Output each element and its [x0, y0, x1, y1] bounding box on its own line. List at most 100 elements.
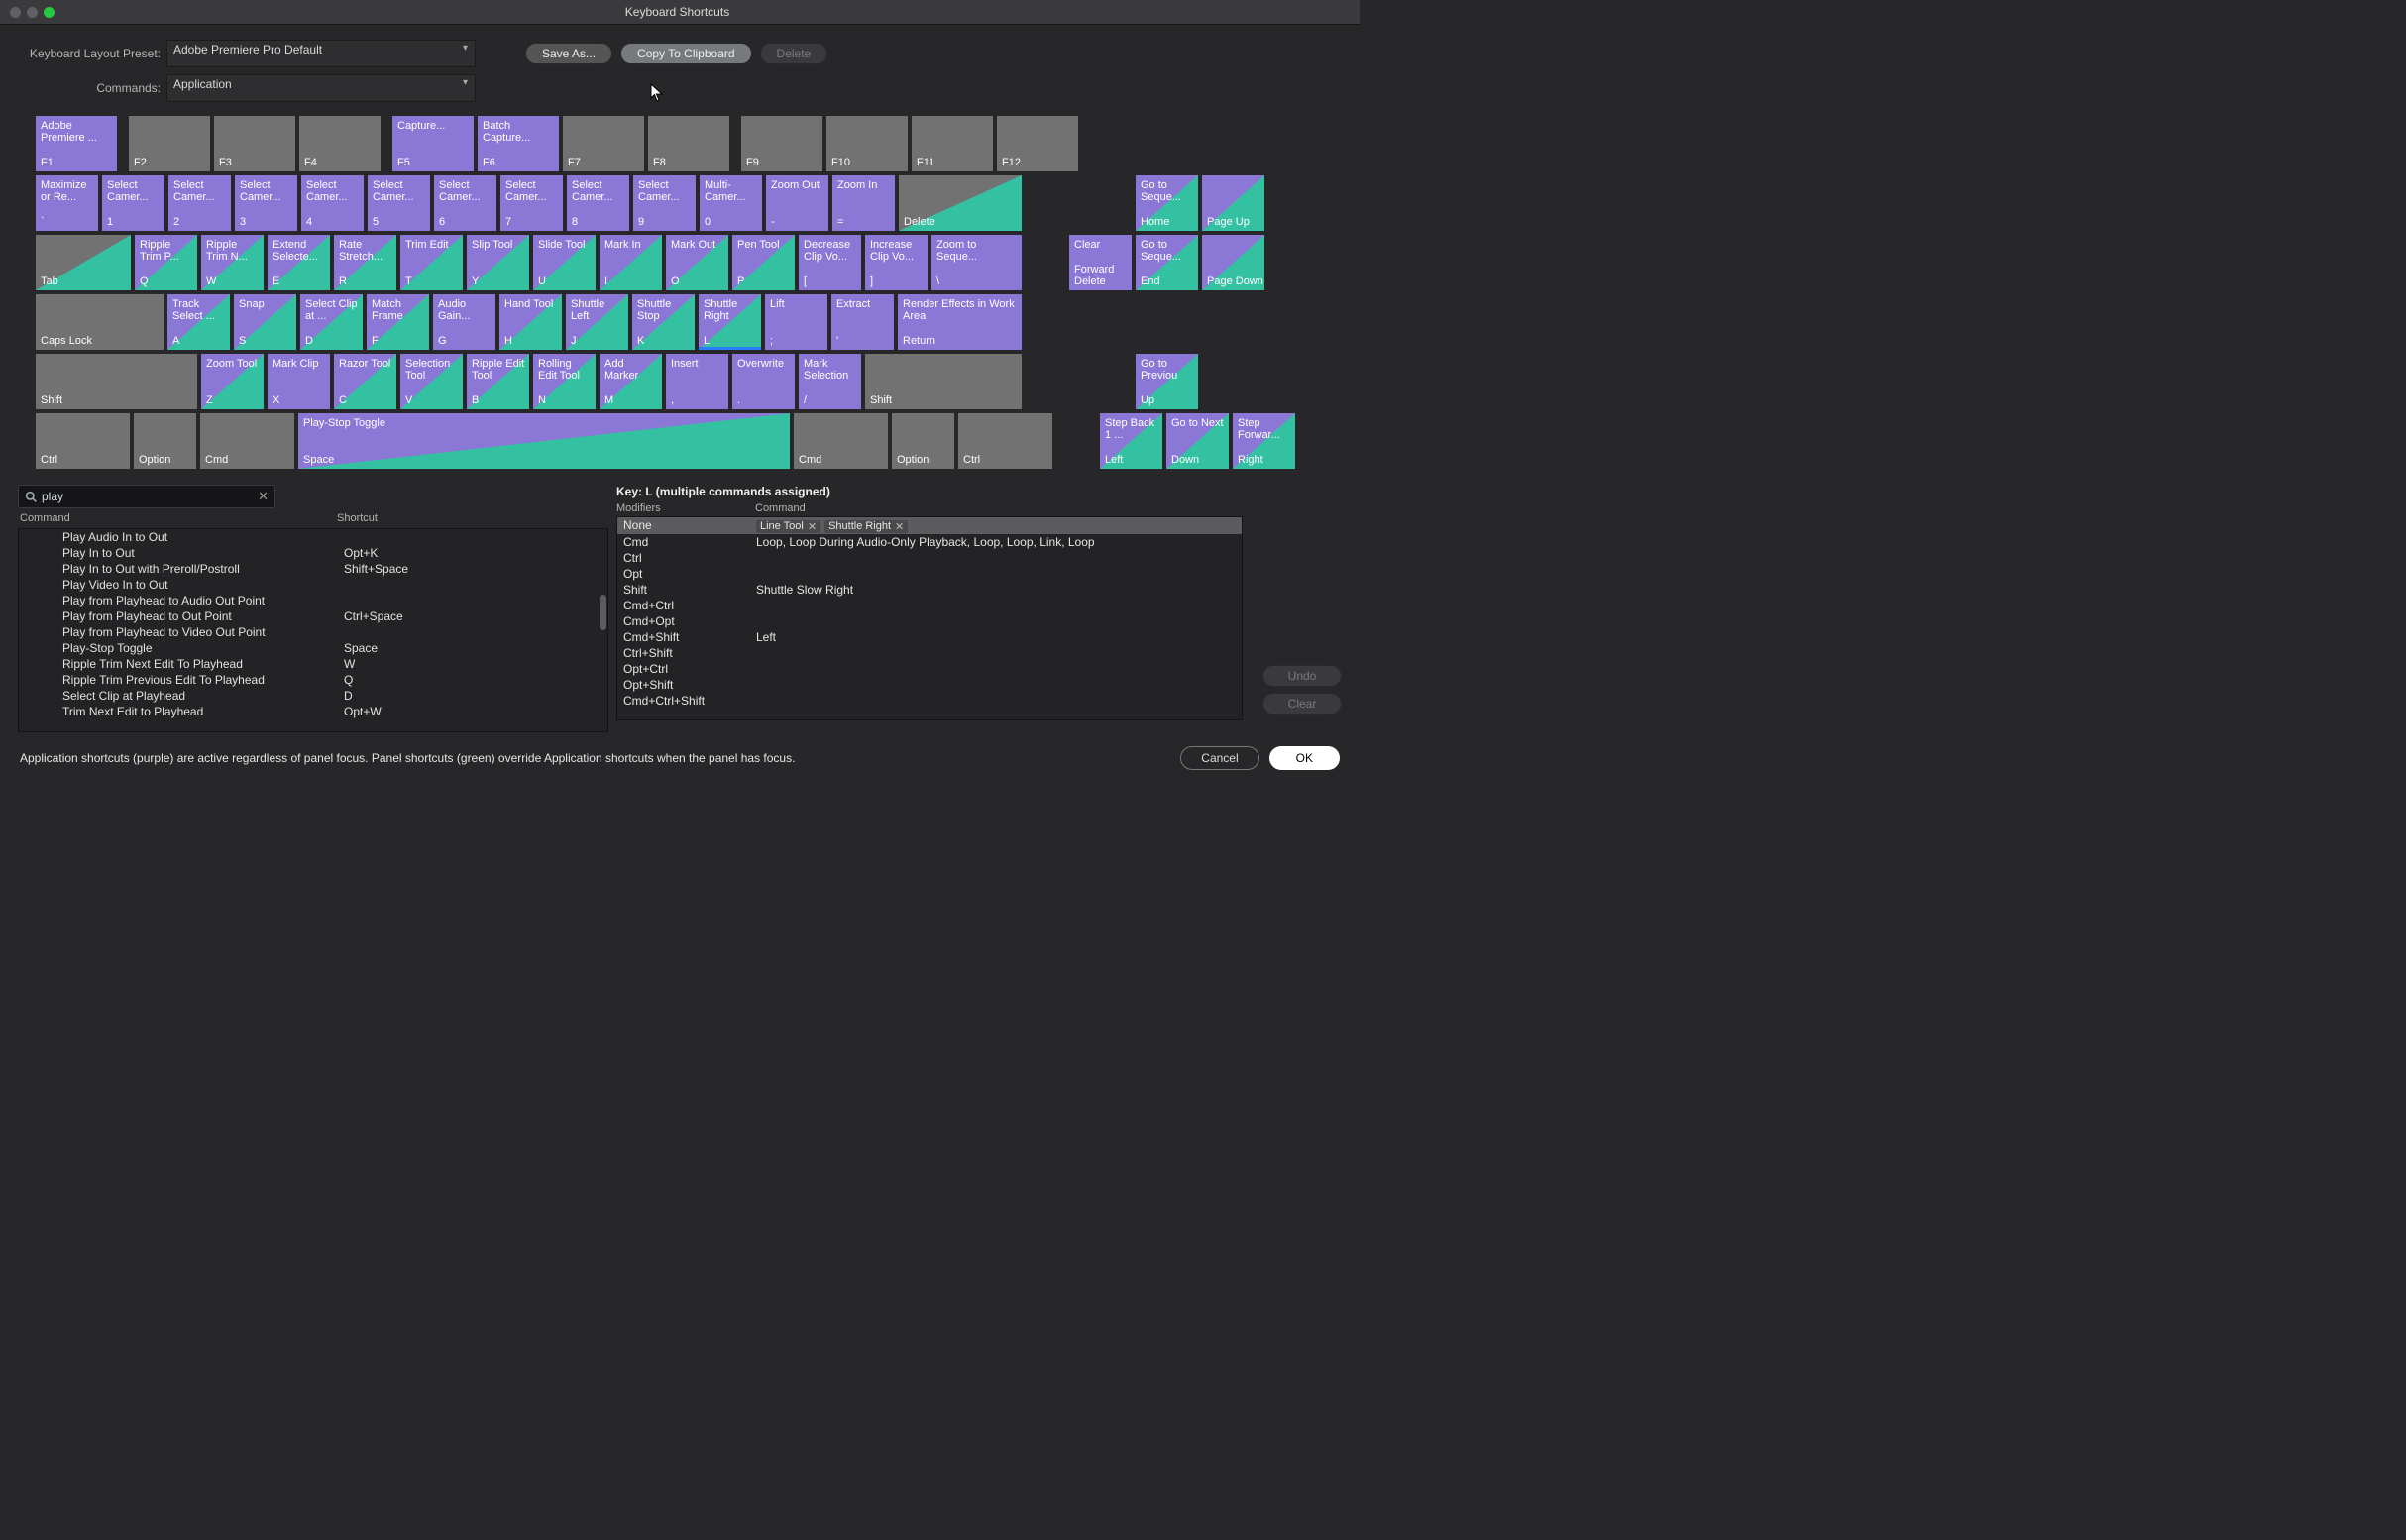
list-item[interactable]: Play-Stop ToggleSpace [19, 640, 607, 656]
key-f2[interactable]: F2 [129, 116, 210, 171]
key-space[interactable]: Play-Stop ToggleSpace [298, 413, 790, 469]
key-7[interactable]: Select Camer...7 [500, 175, 563, 231]
list-item[interactable]: Play In to Out with Preroll/PostrollShif… [19, 561, 607, 577]
modifier-row[interactable]: CmdLoop, Loop During Audio-Only Playback… [617, 534, 1242, 550]
key-9[interactable]: Select Camer...9 [633, 175, 696, 231]
minimize-window[interactable] [27, 7, 38, 18]
key-y[interactable]: Slip ToolY [467, 235, 529, 290]
key-c[interactable]: Razor ToolC [334, 354, 396, 409]
modifier-row[interactable]: ShiftShuttle Slow Right [617, 582, 1242, 598]
key-up[interactable]: Go to PreviouUp [1136, 354, 1198, 409]
key-rcmd[interactable]: Cmd [794, 413, 888, 469]
key-rbracket[interactable]: Increase Clip Vo...] [865, 235, 928, 290]
key-z[interactable]: Zoom ToolZ [201, 354, 264, 409]
key-down[interactable]: Go to NextDown [1166, 413, 1229, 469]
key-right[interactable]: Step Forwar...Right [1233, 413, 1295, 469]
key-p[interactable]: Pen ToolP [732, 235, 795, 290]
list-item[interactable]: Play In to OutOpt+K [19, 545, 607, 561]
key-f8[interactable]: F8 [648, 116, 729, 171]
key-f[interactable]: Match FrameF [367, 294, 429, 350]
key-forwarddelete[interactable]: ClearForward Delete [1069, 235, 1132, 290]
key-j[interactable]: Shuttle LeftJ [566, 294, 628, 350]
list-item[interactable]: Ripple Trim Previous Edit To PlayheadQ [19, 672, 607, 688]
modifier-row[interactable]: NoneLine Tool✕Shuttle Right✕ [617, 517, 1242, 534]
key-return[interactable]: Render Effects in Work AreaReturn [898, 294, 1022, 350]
list-item[interactable]: Select Clip at PlayheadD [19, 688, 607, 704]
key-capslock[interactable]: Caps Lock [36, 294, 164, 350]
key-l[interactable]: Shuttle RightL [699, 294, 761, 350]
ok-button[interactable]: OK [1269, 746, 1340, 770]
key-d[interactable]: Select Clip at ...D [300, 294, 363, 350]
modifier-row[interactable]: Cmd+Ctrl+Shift [617, 693, 1242, 709]
key-pagedown[interactable]: Page Down [1202, 235, 1264, 290]
list-item[interactable]: Play from Playhead to Audio Out Point [19, 593, 607, 608]
list-item[interactable]: Play from Playhead to Out PointCtrl+Spac… [19, 608, 607, 624]
key-f6[interactable]: Batch Capture...F6 [478, 116, 559, 171]
key-f10[interactable]: F10 [826, 116, 908, 171]
close-window[interactable] [10, 7, 21, 18]
key-end[interactable]: Go to Seque...End [1136, 235, 1198, 290]
key-s[interactable]: SnapS [234, 294, 296, 350]
modifier-list[interactable]: NoneLine Tool✕Shuttle Right✕CmdLoop, Loo… [616, 516, 1243, 720]
key-f7[interactable]: F7 [563, 116, 644, 171]
key-h[interactable]: Hand ToolH [499, 294, 562, 350]
key-delete[interactable]: Delete [899, 175, 1022, 231]
key-lshift[interactable]: Shift [36, 354, 197, 409]
key-f12[interactable]: F12 [997, 116, 1078, 171]
key-rshift[interactable]: Shift [865, 354, 1022, 409]
clear-search-icon[interactable]: ✕ [258, 489, 269, 504]
key-4[interactable]: Select Camer...4 [301, 175, 364, 231]
key-i[interactable]: Mark InI [600, 235, 662, 290]
key-v[interactable]: Selection ToolV [400, 354, 463, 409]
key-roption[interactable]: Option [892, 413, 954, 469]
cancel-button[interactable]: Cancel [1180, 746, 1258, 770]
modifier-row[interactable]: Ctrl+Shift [617, 645, 1242, 661]
key-1[interactable]: Select Camer...1 [102, 175, 164, 231]
list-item[interactable]: Play from Playhead to Video Out Point [19, 624, 607, 640]
search-input[interactable] [38, 490, 258, 503]
key-f11[interactable]: F11 [912, 116, 993, 171]
key-minus[interactable]: Zoom Out- [766, 175, 828, 231]
key-5[interactable]: Select Camer...5 [368, 175, 430, 231]
key-lctrl[interactable]: Ctrl [36, 413, 130, 469]
key-f3[interactable]: F3 [214, 116, 295, 171]
key-tab[interactable]: Tab [36, 235, 131, 290]
key-f9[interactable]: F9 [741, 116, 822, 171]
key-q[interactable]: Ripple Trim P...Q [135, 235, 197, 290]
key-a[interactable]: Track Select ...A [167, 294, 230, 350]
preset-select[interactable]: Adobe Premiere Pro Default [166, 40, 476, 67]
key-comma[interactable]: Insert, [666, 354, 728, 409]
key-semicolon[interactable]: Lift; [765, 294, 827, 350]
modifier-row[interactable]: Cmd+ShiftLeft [617, 629, 1242, 645]
key-lcmd[interactable]: Cmd [200, 413, 294, 469]
key-slash[interactable]: Mark Selection/ [799, 354, 861, 409]
key-pageup[interactable]: Page Up [1202, 175, 1264, 231]
commands-select[interactable]: Application [166, 74, 476, 102]
key-8[interactable]: Select Camer...8 [567, 175, 629, 231]
modifier-row[interactable]: Cmd+Opt [617, 613, 1242, 629]
key-k[interactable]: Shuttle StopK [632, 294, 695, 350]
zoom-window[interactable] [44, 7, 55, 18]
key-t[interactable]: Trim EditT [400, 235, 463, 290]
save-as-button[interactable]: Save As... [525, 43, 612, 64]
modifier-row[interactable]: Opt+Ctrl [617, 661, 1242, 677]
key-o[interactable]: Mark OutO [666, 235, 728, 290]
modifier-row[interactable]: Opt+Shift [617, 677, 1242, 693]
key-rctrl[interactable]: Ctrl [958, 413, 1052, 469]
key-loption[interactable]: Option [134, 413, 196, 469]
key-m[interactable]: Add MarkerM [600, 354, 662, 409]
key-u[interactable]: Slide ToolU [533, 235, 596, 290]
key-f4[interactable]: F4 [299, 116, 381, 171]
key-f5[interactable]: Capture...F5 [392, 116, 474, 171]
key-6[interactable]: Select Camer...6 [434, 175, 496, 231]
key-3[interactable]: Select Camer...3 [235, 175, 297, 231]
command-list[interactable]: Play Audio In to OutPlay In to OutOpt+KP… [18, 528, 608, 732]
key-lbracket[interactable]: Decrease Clip Vo...[ [799, 235, 861, 290]
key-b[interactable]: Ripple Edit ToolB [467, 354, 529, 409]
search-field[interactable]: ✕ [18, 485, 275, 508]
key-home[interactable]: Go to Seque...Home [1136, 175, 1198, 231]
modifier-row[interactable]: Opt [617, 566, 1242, 582]
key-2[interactable]: Select Camer...2 [168, 175, 231, 231]
list-item[interactable]: Play Video In to Out [19, 577, 607, 593]
key-r[interactable]: Rate Stretch...R [334, 235, 396, 290]
